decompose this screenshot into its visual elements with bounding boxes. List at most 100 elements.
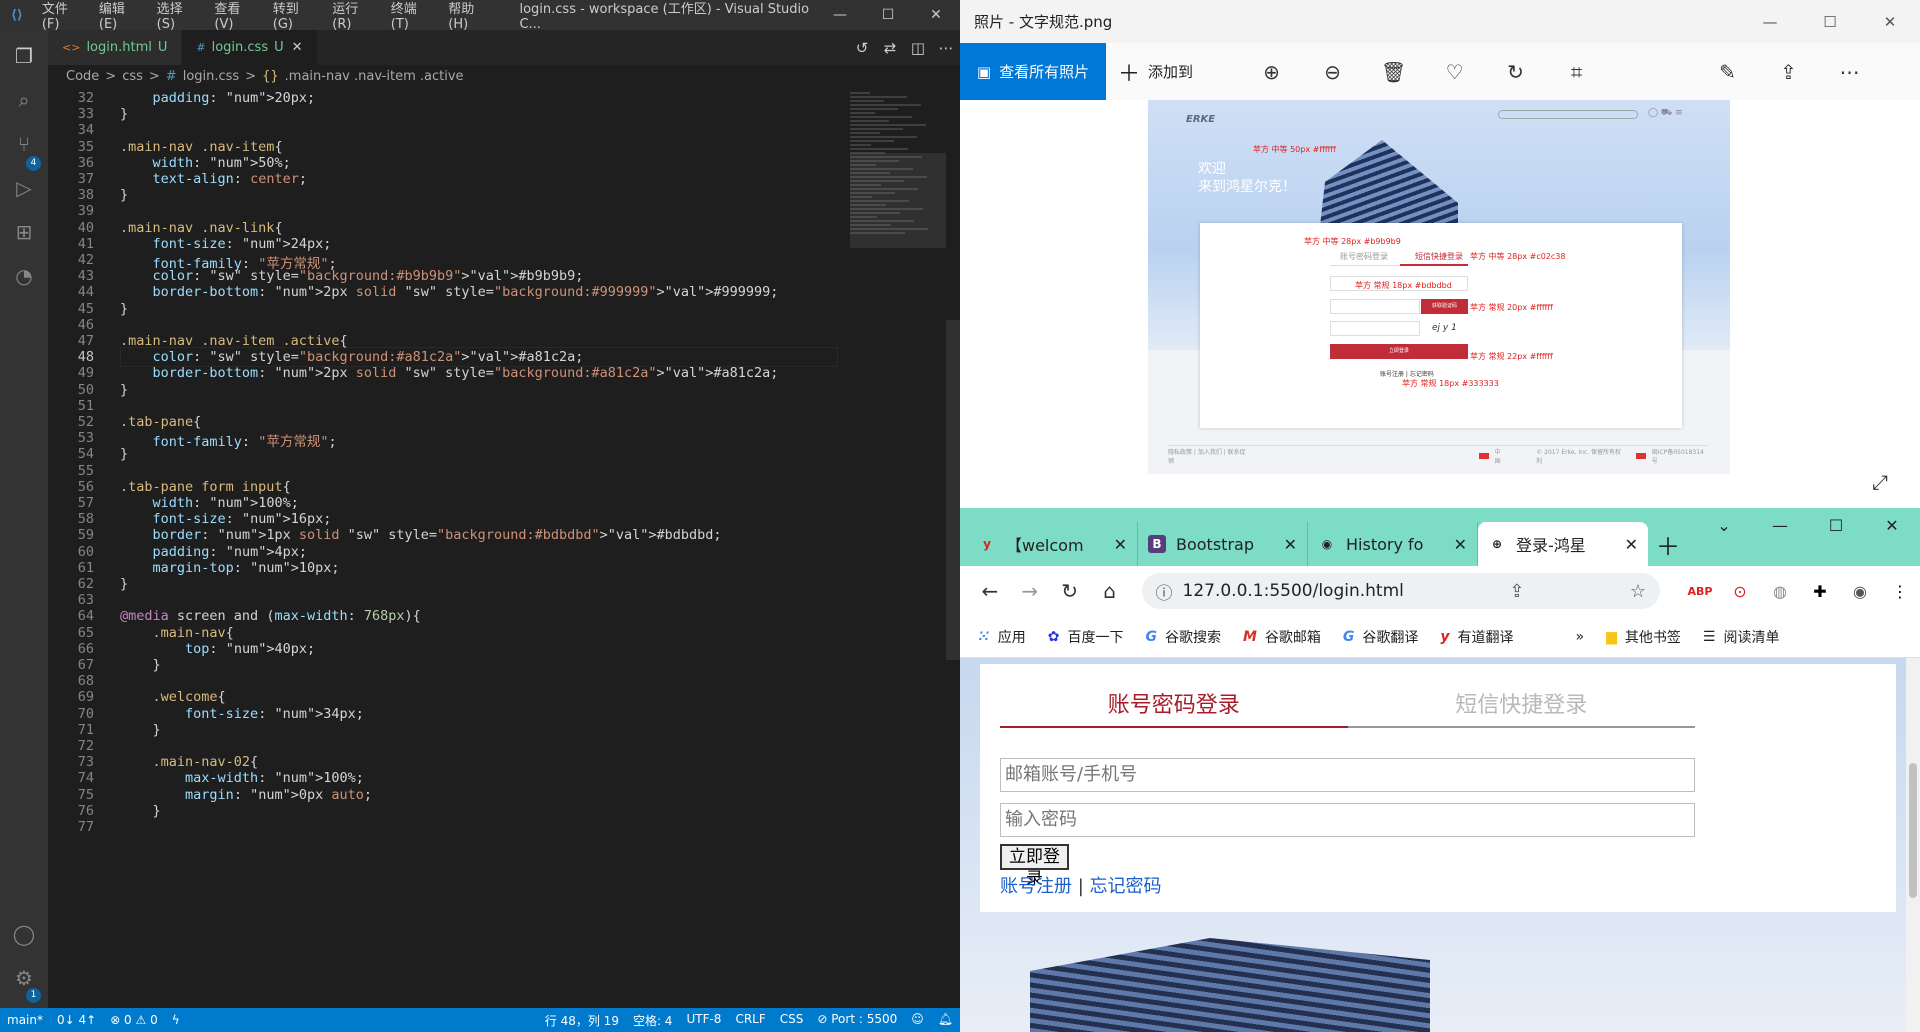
zoom-in-icon[interactable]: ⊕ xyxy=(1241,60,1302,84)
code-line[interactable]: .welcome{ xyxy=(120,689,226,705)
menu-terminal[interactable]: 终端(T) xyxy=(383,0,440,32)
branch-status[interactable]: main* xyxy=(0,1013,50,1027)
view-all-photos-button[interactable]: ▣ 查看所有照片 xyxy=(960,43,1106,100)
crumb-css[interactable]: css xyxy=(122,69,143,84)
maximize-icon[interactable]: ☐ xyxy=(1808,508,1864,544)
tab-login-css[interactable]: # login.css U ✕ xyxy=(182,30,318,65)
run-debug-icon[interactable]: ▷ xyxy=(8,172,40,204)
tab-close-icon[interactable]: ✕ xyxy=(292,40,303,55)
code-line[interactable]: } xyxy=(120,446,128,462)
cursor-position[interactable]: 行 48，列 19 xyxy=(538,1012,626,1029)
sync-status[interactable]: 0↓ 4↑ xyxy=(50,1013,103,1027)
code-line[interactable]: } xyxy=(120,187,128,203)
minimize-icon[interactable]: — xyxy=(816,7,864,23)
code-line[interactable]: border: "num">1px solid "sw" style="back… xyxy=(120,527,722,543)
tab-bootstrap[interactable]: B Bootstrap ✕ xyxy=(1138,522,1308,566)
code-line[interactable]: .main-nav .nav-link{ xyxy=(120,220,283,236)
tab-close-icon[interactable]: ✕ xyxy=(1454,535,1467,554)
new-tab-button[interactable]: ＋ xyxy=(1648,522,1688,566)
tab-password-login[interactable]: 账号密码登录 xyxy=(1000,686,1348,728)
source-control-icon[interactable]: ⑂ xyxy=(8,128,40,160)
menu-view[interactable]: 查看(V) xyxy=(206,0,264,32)
adblock-icon[interactable]: ABP xyxy=(1680,585,1720,598)
code-line[interactable]: font-size: "num">24px; xyxy=(120,236,332,252)
explorer-icon[interactable]: ❐ xyxy=(8,40,40,72)
bookmark-google-search[interactable]: G 谷歌搜索 xyxy=(1145,627,1221,647)
lightning-icon[interactable]: ϟ xyxy=(165,1013,187,1027)
code-line[interactable]: color: "sw" style="background:#b9b9b9">"… xyxy=(120,268,584,284)
bookmark-other[interactable]: ▆ 其他书签 xyxy=(1606,627,1681,647)
menu-edit[interactable]: 编辑(E) xyxy=(91,0,149,32)
maximize-icon[interactable]: ☐ xyxy=(1800,13,1860,31)
split-editor-icon[interactable]: ◫ xyxy=(904,39,932,57)
scrollbar-thumb[interactable] xyxy=(1909,763,1917,898)
tab-login[interactable]: ⊕ 登录-鸿星 ✕ xyxy=(1478,522,1648,566)
code-line[interactable]: .tab-pane form input{ xyxy=(120,479,291,495)
tab-close-icon[interactable]: ✕ xyxy=(1625,535,1638,554)
zoom-out-icon[interactable]: ⊖ xyxy=(1302,60,1363,84)
code-line[interactable]: padding: "num">4px; xyxy=(120,544,307,560)
feedback-icon[interactable]: ☺ xyxy=(904,1012,931,1029)
close-icon[interactable]: ✕ xyxy=(912,7,960,23)
editor-scrollbar[interactable] xyxy=(946,320,960,660)
delete-icon[interactable]: 🗑︎ xyxy=(1363,60,1424,84)
profile-avatar[interactable]: ◉ xyxy=(1840,582,1880,601)
reading-list[interactable]: ☰ 阅读清单 xyxy=(1703,627,1780,647)
code-line[interactable]: .main-nav-02{ xyxy=(120,754,259,770)
crumb-code[interactable]: Code xyxy=(66,69,99,84)
code-line[interactable]: max-width: "num">100%; xyxy=(120,770,364,786)
more-icon[interactable]: ⋯ xyxy=(1819,60,1880,84)
tab-login-html[interactable]: <> login.html U xyxy=(48,30,183,65)
back-icon[interactable]: ← xyxy=(970,579,1010,603)
bookmark-youdao[interactable]: y 有道翻译 xyxy=(1440,627,1513,647)
page-scrollbar[interactable] xyxy=(1906,658,1920,1032)
code-line[interactable]: .tab-pane{ xyxy=(120,414,201,430)
code-line[interactable]: color: "sw" style="background:#a81c2a">"… xyxy=(120,349,584,365)
crop-icon[interactable]: ⌗ xyxy=(1546,60,1607,84)
bell-icon[interactable]: 🔔︎ xyxy=(931,1012,960,1029)
bookmark-gmail[interactable]: M 谷歌邮箱 xyxy=(1243,627,1321,647)
bookmark-google-translate[interactable]: G 谷歌翻译 xyxy=(1343,627,1419,647)
code-line[interactable]: .main-nav{ xyxy=(120,625,234,641)
fullscreen-icon[interactable]: ⤢ xyxy=(1872,470,1888,494)
tab-close-icon[interactable]: ✕ xyxy=(1114,535,1127,554)
maximize-icon[interactable]: ☐ xyxy=(864,7,912,23)
tab-history[interactable]: ◉ History fo ✕ xyxy=(1308,522,1478,566)
extension-lock-icon[interactable]: ⊙ xyxy=(1720,582,1760,601)
reload-icon[interactable]: ↻ xyxy=(1050,579,1090,603)
account-icon[interactable]: ◯ xyxy=(8,918,40,950)
extension-gray-icon[interactable]: ◍ xyxy=(1760,582,1800,601)
menu-run[interactable]: 运行(R) xyxy=(324,0,383,32)
code-line[interactable]: } xyxy=(120,106,128,122)
eol-status[interactable]: CRLF xyxy=(728,1012,772,1029)
code-line[interactable]: margin: "num">0px auto; xyxy=(120,787,372,803)
chrome-menu-icon[interactable]: ⋮ xyxy=(1880,582,1920,601)
forward-icon[interactable]: → xyxy=(1010,579,1050,603)
crumb-file[interactable]: login.css xyxy=(183,69,240,84)
code-line[interactable]: font-family: "苹方常规"; xyxy=(120,430,337,450)
code-line[interactable]: text-align: center; xyxy=(120,171,307,187)
close-icon[interactable]: ✕ xyxy=(1864,508,1920,544)
menu-selection[interactable]: 选择(S) xyxy=(149,0,207,32)
code-line[interactable]: padding: "num">20px; xyxy=(120,90,316,106)
code-line[interactable]: .main-nav .nav-item .active{ xyxy=(120,333,348,349)
code-line[interactable]: top: "num">40px; xyxy=(120,641,315,657)
code-line[interactable]: width: "num">50%; xyxy=(120,155,291,171)
tab-sms-login[interactable]: 短信快捷登录 xyxy=(1348,686,1696,726)
code-line[interactable]: font-size: "num">34px; xyxy=(120,706,364,722)
crumb-selector[interactable]: .main-nav .nav-item .active xyxy=(285,69,464,84)
extensions-puzzle-icon[interactable]: ✚ xyxy=(1800,582,1840,601)
address-bar[interactable]: ⓘ 127.0.0.1:5500/login.html ⇪ ☆ xyxy=(1141,573,1660,609)
menu-help[interactable]: 帮助(H) xyxy=(440,0,499,32)
code-line[interactable]: border-bottom: "num">2px solid "sw" styl… xyxy=(120,284,779,300)
minimize-icon[interactable]: — xyxy=(1752,508,1808,544)
code-line[interactable]: font-size: "num">16px; xyxy=(120,511,332,527)
bookmarks-overflow[interactable]: » xyxy=(1576,629,1585,645)
edit-icon[interactable]: ✎ xyxy=(1697,60,1758,84)
code-editor[interactable]: 32 padding: "num">20px; 33} 34 35 .main-nav … xyxy=(48,90,838,1008)
indent-status[interactable]: 空格: 4 xyxy=(626,1012,680,1029)
minimize-icon[interactable]: — xyxy=(1740,13,1800,31)
more-actions-icon[interactable]: ⋯ xyxy=(932,39,960,57)
share-icon[interactable]: ⇪ xyxy=(1758,60,1819,84)
register-link[interactable]: 账号注册 xyxy=(1000,876,1072,897)
